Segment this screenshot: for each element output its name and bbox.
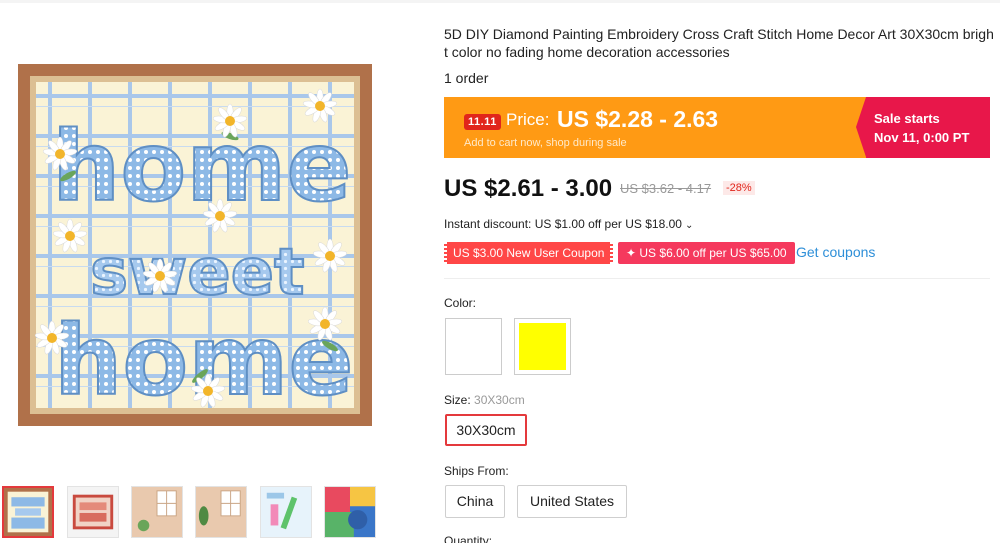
- size-option-30x30cm[interactable]: 30X30cm: [445, 414, 527, 446]
- product-title: 5D DIY Diamond Painting Embroidery Cross…: [444, 26, 994, 60]
- get-coupons-link[interactable]: Get coupons: [796, 244, 875, 260]
- ships-from-united-states[interactable]: United States: [517, 485, 627, 518]
- ships-from-label: Ships From:: [444, 464, 509, 478]
- quantity-label: Quantity:: [444, 534, 493, 543]
- thumbnail-strip: [0, 486, 400, 538]
- thumbnail-wall-mockup-2[interactable]: [195, 486, 247, 538]
- instant-discount-info[interactable]: Instant discount: US $1.00 off per US $1…: [444, 217, 693, 231]
- discount-percent-badge: -28%: [723, 181, 755, 195]
- color-label: Color:: [444, 296, 477, 310]
- home-sweet-home-artwork: home sweet home: [30, 76, 360, 414]
- thumbnail-home-sweet-home[interactable]: [2, 486, 54, 538]
- swatch-fill: [450, 323, 497, 370]
- thumbnail-image: [68, 487, 118, 537]
- eleven-eleven-badge: 11.11: [464, 114, 501, 130]
- store-coupon[interactable]: ✦ US $6.00 off per US $65.00: [618, 242, 795, 264]
- new-user-coupon[interactable]: US $3.00 New User Coupon: [444, 242, 614, 264]
- current-price: US $2.61 - 3.00: [444, 175, 613, 202]
- artwork-word-sweet: sweet: [90, 236, 305, 310]
- thumbnail-wall-mockup[interactable]: [131, 486, 183, 538]
- sale-start-box: Sale starts Nov 11, 0:00 PT: [856, 97, 990, 158]
- size-label: Size: 30X30cm: [444, 393, 525, 407]
- thumbnail-image: [261, 487, 311, 537]
- thumbnail-image: [196, 487, 246, 537]
- main-product-image[interactable]: home sweet home: [18, 64, 372, 426]
- thumbnail-frame-variant[interactable]: [67, 486, 119, 538]
- section-divider: [444, 278, 990, 279]
- size-label-text: Size:: [444, 393, 471, 407]
- chevron-down-icon: ⌄: [684, 220, 694, 231]
- color-swatch-yellow[interactable]: [514, 318, 571, 375]
- thumbnail-image: [132, 487, 182, 537]
- sale-start-date: Nov 11, 0:00 PT: [874, 130, 970, 145]
- original-price: US $3.62 - 4.17: [620, 181, 712, 196]
- thumbnail-diamond-closeup[interactable]: [324, 486, 376, 538]
- promo-price-range: US $2.28 - 2.63: [557, 106, 719, 132]
- top-divider: [0, 0, 1000, 3]
- sale-start-title: Sale starts: [874, 111, 940, 126]
- sale-promo-banner: 11.11 Price: US $2.28 - 2.63 Add to cart…: [444, 97, 990, 158]
- thumbnail-image: [325, 487, 375, 537]
- ships-from-china[interactable]: China: [445, 485, 505, 518]
- thumbnail-tools-kit[interactable]: [260, 486, 312, 538]
- color-swatch-white[interactable]: [445, 318, 502, 375]
- size-selected-value: 30X30cm: [474, 393, 525, 407]
- promo-price-label: Price:: [506, 110, 550, 129]
- artwork-word-home-top: home: [52, 111, 351, 223]
- promo-subtitle: Add to cart now, shop during sale: [464, 137, 627, 149]
- order-count: 1 order: [444, 70, 489, 86]
- swatch-fill: [519, 323, 566, 370]
- thumbnail-image: [4, 488, 52, 536]
- instant-discount-text: Instant discount: US $1.00 off per US $1…: [444, 217, 682, 231]
